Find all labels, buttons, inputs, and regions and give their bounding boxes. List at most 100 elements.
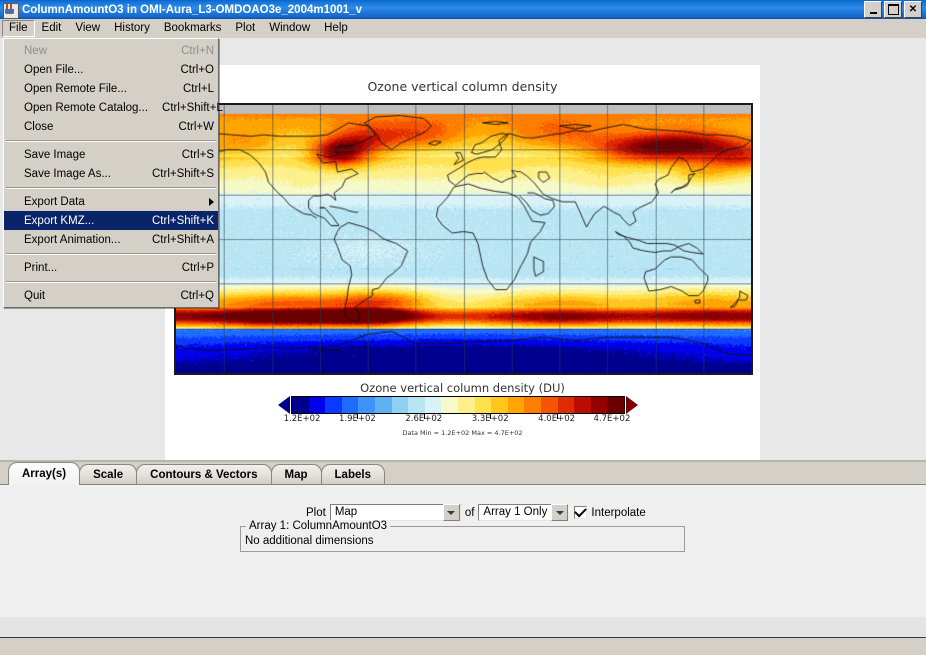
- map-canvas: [176, 105, 751, 373]
- colorbar-band: [557, 397, 575, 413]
- menu-item-label: Export Animation...: [24, 233, 121, 246]
- plot-type-select[interactable]: Map: [329, 504, 461, 521]
- menu-file[interactable]: File: [2, 20, 35, 37]
- menu-item-label: Export KMZ...: [24, 214, 95, 227]
- array-select[interactable]: Array 1 Only: [478, 504, 569, 521]
- menu-item-quit[interactable]: Quit Ctrl+Q: [4, 286, 218, 305]
- close-button[interactable]: ✕: [904, 1, 922, 18]
- array-select-value: Array 1 Only: [483, 506, 548, 518]
- colorbar-band: [474, 397, 492, 413]
- lower-blank-area: [0, 617, 926, 637]
- menu-item-export-data[interactable]: Export Data: [4, 192, 218, 211]
- menu-window[interactable]: Window: [262, 20, 317, 37]
- menu-separator: [6, 187, 216, 189]
- application-window: ColumnAmountO3 in OMI-Aura_L3-OMDOAO3e_2…: [0, 0, 926, 655]
- menu-item-export-animation[interactable]: Export Animation... Ctrl+Shift+A: [4, 230, 218, 249]
- colorbar-tick-label: 1.9E+02: [338, 414, 376, 424]
- menu-history[interactable]: History: [107, 20, 157, 37]
- colorbar-band: [341, 397, 359, 413]
- chevron-down-icon[interactable]: [442, 504, 460, 521]
- menu-item-accelerator: Ctrl+Shift+L: [162, 101, 223, 114]
- menu-item-accelerator: Ctrl+Shift+K: [152, 214, 214, 227]
- colorbar-gradient: [291, 396, 625, 414]
- menu-item-open-file[interactable]: Open File... Ctrl+O: [4, 60, 218, 79]
- colorbar-band: [292, 397, 309, 413]
- menu-separator: [6, 253, 216, 255]
- menu-item-label: Close: [24, 120, 54, 133]
- menu-item-print[interactable]: Print... Ctrl+P: [4, 258, 218, 277]
- colorbar-band: [408, 397, 425, 413]
- colorbar-tick-label: 4.0E+02: [538, 414, 576, 424]
- plot-controls-row: Plot Map of Array 1 Only Interpolate: [306, 504, 650, 521]
- menu-item-label: Open File...: [24, 63, 84, 76]
- chevron-down-icon[interactable]: [551, 504, 569, 521]
- tab-map[interactable]: Map: [270, 464, 322, 485]
- menu-item-label: Open Remote Catalog...: [24, 101, 149, 114]
- menu-help[interactable]: Help: [317, 20, 355, 37]
- maximize-icon: [887, 4, 899, 15]
- data-minmax-text: Data Min = 1.2E+02 Max = 4.7E+02: [402, 429, 523, 437]
- colorbar-tick-label: 2.6E+02: [405, 414, 443, 424]
- colorbar-tick-label: 1.2E+02: [283, 414, 321, 424]
- tab-strip: Array(s) Scale Contours & Vectors Map Labels: [0, 462, 926, 485]
- menu-item-save-image-as[interactable]: Save Image As... Ctrl+Shift+S: [4, 164, 218, 183]
- colorbar-band: [441, 397, 458, 413]
- minimize-icon: [869, 11, 877, 14]
- interpolate-checkbox[interactable]: [574, 504, 588, 519]
- colorbar-band: [424, 397, 442, 413]
- menu-item-label: New: [24, 44, 48, 57]
- of-label: of: [464, 506, 475, 519]
- check-icon: [574, 504, 588, 518]
- menu-bookmarks[interactable]: Bookmarks: [157, 20, 229, 37]
- colorbar-tick-label: 3.3E+02: [471, 414, 509, 424]
- plot-panel[interactable]: Ozone vertical column density Ozone vert…: [165, 65, 760, 461]
- colorbar-band: [524, 397, 541, 413]
- menu-item-export-kmz[interactable]: Export KMZ... Ctrl+Shift+K: [4, 211, 218, 230]
- colorbar-band: [391, 397, 409, 413]
- menu-edit[interactable]: Edit: [35, 20, 69, 37]
- menu-item-open-remote-file[interactable]: Open Remote File... Ctrl+L: [4, 79, 218, 98]
- colorbar-band: [358, 397, 375, 413]
- file-menu-dropdown[interactable]: New Ctrl+N Open File... Ctrl+O Open Remote F…: [3, 38, 223, 308]
- menu-item-save-image[interactable]: Save Image Ctrl+S: [4, 145, 218, 164]
- tab-scale[interactable]: Scale: [79, 464, 138, 485]
- array-1-groupbox: Array 1: ColumnAmountO3 No additional di…: [240, 520, 685, 552]
- menu-item-accelerator: Ctrl+O: [180, 63, 214, 76]
- menu-item-label: Open Remote File...: [24, 82, 127, 95]
- colorbar-band: [374, 397, 392, 413]
- menu-item-accelerator: Ctrl+Q: [180, 289, 214, 302]
- colorbar-band: [507, 397, 525, 413]
- interpolate-label: Interpolate: [591, 506, 646, 519]
- menu-item-accelerator: Ctrl+L: [183, 82, 214, 95]
- menu-item-label: Save Image: [24, 148, 86, 161]
- menu-item-label: Print...: [24, 261, 58, 274]
- title-bar: ColumnAmountO3 in OMI-Aura_L3-OMDOAO3e_2…: [0, 0, 926, 19]
- menu-view[interactable]: View: [68, 20, 107, 37]
- menu-item-accelerator: Ctrl+Shift+S: [152, 167, 214, 180]
- maximize-button[interactable]: [884, 1, 902, 18]
- colorbar-under-arrow-icon: [278, 396, 290, 414]
- menu-item-label: Export Data: [24, 195, 85, 208]
- tab-labels[interactable]: Labels: [320, 464, 385, 485]
- menu-plot[interactable]: Plot: [228, 20, 262, 37]
- colorbar-tick-label: 4.7E+02: [593, 414, 631, 424]
- close-icon: ✕: [908, 3, 918, 15]
- colorbar-band: [574, 397, 591, 413]
- minimize-button[interactable]: [864, 1, 882, 18]
- colorbar-band: [308, 397, 326, 413]
- map-plot[interactable]: [174, 103, 753, 375]
- colorbar[interactable]: [278, 396, 638, 419]
- colorbar-tick-labels: 1.2E+02 1.9E+02 2.6E+02 3.3E+02 4.0E+02 4.7E+…: [165, 414, 760, 426]
- colorbar-band: [325, 397, 342, 413]
- menu-item-open-remote-catalog[interactable]: Open Remote Catalog... Ctrl+Shift+L: [4, 98, 223, 117]
- window-title: ColumnAmountO3 in OMI-Aura_L3-OMDOAO3e_2…: [22, 3, 362, 16]
- menu-item-close[interactable]: Close Ctrl+W: [4, 117, 218, 136]
- tab-array-s[interactable]: Array(s): [8, 462, 81, 485]
- array-1-group-body: No additional dimensions: [245, 535, 374, 547]
- colorbar-band: [590, 397, 608, 413]
- submenu-arrow-icon: [209, 197, 214, 206]
- menu-item-accelerator: Ctrl+W: [178, 120, 214, 133]
- tab-contours-vectors[interactable]: Contours & Vectors: [136, 464, 272, 485]
- window-controls: ✕: [864, 1, 922, 18]
- menu-separator: [6, 140, 216, 142]
